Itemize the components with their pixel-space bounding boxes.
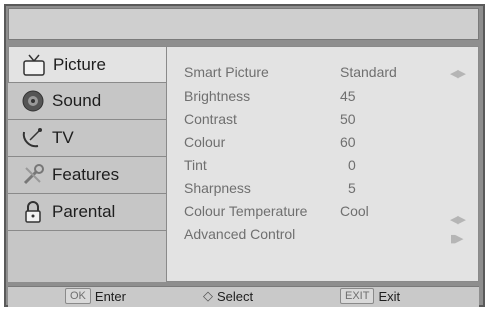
setting-advanced-control-label[interactable]: Advanced Control (184, 226, 295, 246)
tools-icon (20, 163, 46, 187)
ok-key-icon: OK (65, 288, 91, 304)
menu-item-label: TV (52, 128, 74, 147)
menu-item-label: Sound (52, 91, 102, 110)
menu-item-tv[interactable]: TV (8, 120, 166, 157)
menu-item-sound[interactable]: Sound (8, 83, 166, 120)
satellite-dish-icon (20, 126, 46, 150)
menu-item-label: Picture (53, 54, 106, 74)
setting-contrast-value[interactable]: 50 (340, 111, 356, 131)
setting-smart-picture-value[interactable]: Standard (340, 64, 397, 84)
lock-icon (20, 200, 46, 224)
menu-item-label: Features (52, 165, 120, 184)
left-right-arrows-icon[interactable]: ◀▶ (450, 67, 466, 80)
setting-tint-value[interactable]: 0 (348, 157, 356, 177)
footer-exit-hint: EXIT Exit (340, 288, 400, 304)
menu-item-picture[interactable]: Picture (8, 46, 170, 83)
setting-colour-temperature-value[interactable]: Cool (340, 203, 369, 223)
menu-item-label: Parental (52, 202, 116, 221)
setting-tint-label[interactable]: Tint (184, 157, 207, 177)
setting-colour-label[interactable]: Colour (184, 134, 225, 154)
exit-key-icon: EXIT (340, 288, 375, 304)
setting-brightness-value[interactable]: 45 (340, 88, 356, 108)
enter-arrow-icon[interactable]: ▮▶ (450, 232, 463, 245)
footer-enter-label: Enter (94, 288, 126, 304)
setting-contrast-label[interactable]: Contrast (184, 111, 237, 131)
title-bar (8, 8, 479, 40)
setting-colour-value[interactable]: 60 (340, 134, 356, 154)
speaker-icon (20, 89, 46, 113)
setting-smart-picture-label[interactable]: Smart Picture (184, 64, 269, 84)
footer-exit-label: Exit (378, 288, 401, 304)
setting-colour-temperature-label[interactable]: Colour Temperature (184, 203, 307, 223)
setting-sharpness-label[interactable]: Sharpness (184, 180, 251, 200)
menu-item-parental[interactable]: Parental (8, 194, 166, 231)
menu-item-features[interactable]: Features (8, 157, 166, 194)
tv-icon (21, 53, 47, 77)
setting-sharpness-value[interactable]: 5 (348, 180, 356, 200)
footer-enter-hint: OK Enter (65, 288, 126, 304)
footer-select-label: Select (217, 288, 254, 304)
footer-select-hint: ◇ Select (203, 288, 253, 304)
navigate-arrows-icon: ◇ (203, 288, 213, 303)
menu-spacer (8, 231, 166, 268)
left-right-arrows-icon[interactable]: ◀▶ (450, 213, 466, 226)
setting-brightness-label[interactable]: Brightness (184, 88, 250, 108)
